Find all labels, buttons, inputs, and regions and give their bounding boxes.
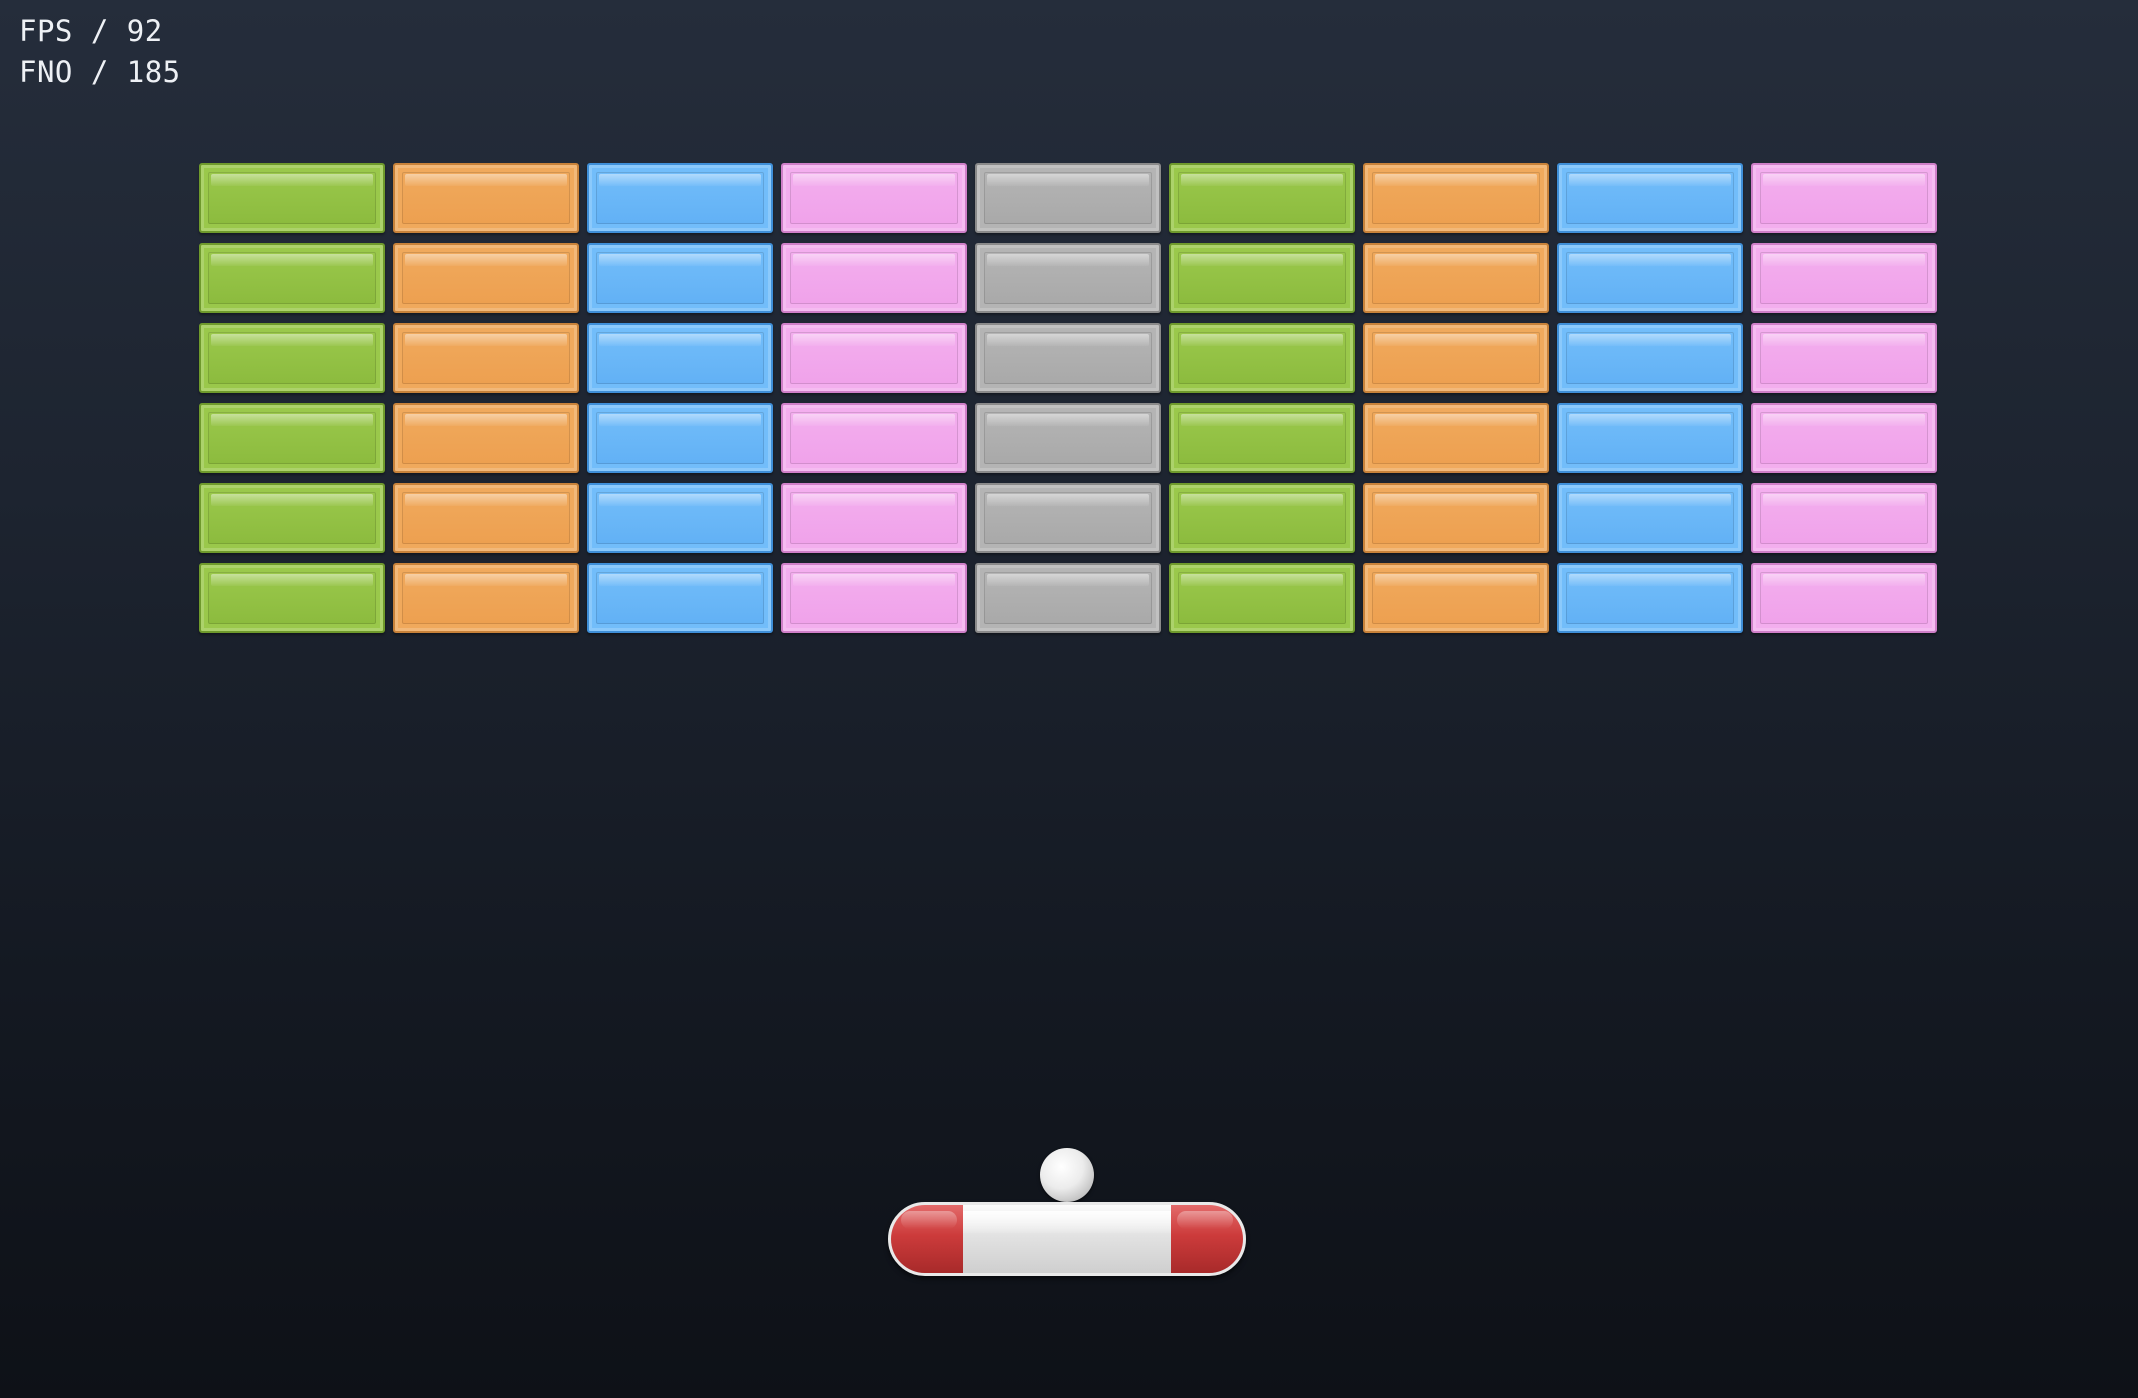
brick-orange (393, 243, 579, 313)
paddle-body (963, 1211, 1171, 1233)
brick-pink (781, 243, 967, 313)
brick-green (199, 563, 385, 633)
brick-pink (781, 563, 967, 633)
brick-gray (975, 323, 1161, 393)
brick-pink (781, 483, 967, 553)
paddle[interactable] (888, 1202, 1246, 1276)
game-canvas[interactable]: FPS / 92 FNO / 185 (0, 0, 2138, 1398)
brick-pink (781, 403, 967, 473)
brick-green (1169, 483, 1355, 553)
brick-pink (1751, 563, 1937, 633)
frame-number-counter: FNO / 185 (19, 55, 181, 89)
brick-green (1169, 403, 1355, 473)
brick-green (199, 483, 385, 553)
brick-orange (1363, 403, 1549, 473)
brick-orange (1363, 323, 1549, 393)
brick-green (199, 243, 385, 313)
brick-pink (781, 163, 967, 233)
brick-gray (975, 163, 1161, 233)
brick-green (199, 163, 385, 233)
brick-orange (393, 563, 579, 633)
brick-blue (587, 243, 773, 313)
brick-blue (1557, 483, 1743, 553)
brick-orange (1363, 163, 1549, 233)
ball (1040, 1148, 1094, 1202)
brick-green (1169, 323, 1355, 393)
brick-blue (587, 483, 773, 553)
brick-gray (975, 403, 1161, 473)
brick-pink (1751, 403, 1937, 473)
brick-gray (975, 483, 1161, 553)
brick-blue (587, 323, 773, 393)
brick-orange (1363, 243, 1549, 313)
brick-pink (1751, 243, 1937, 313)
brick-pink (1751, 323, 1937, 393)
brick-blue (1557, 323, 1743, 393)
brick-green (199, 403, 385, 473)
brick-blue (1557, 163, 1743, 233)
brick-pink (781, 323, 967, 393)
brick-green (1169, 163, 1355, 233)
brick-orange (1363, 483, 1549, 553)
brick-orange (393, 483, 579, 553)
brick-blue (1557, 563, 1743, 633)
brick-gray (975, 243, 1161, 313)
brick-blue (587, 163, 773, 233)
paddle-right-cap (1171, 1205, 1243, 1273)
brick-blue (1557, 403, 1743, 473)
brick-gray (975, 563, 1161, 633)
fps-counter: FPS / 92 (19, 14, 163, 48)
brick-blue (587, 403, 773, 473)
brick-pink (1751, 483, 1937, 553)
brick-green (1169, 563, 1355, 633)
paddle-left-cap (891, 1205, 963, 1273)
brick-orange (393, 163, 579, 233)
brick-orange (393, 403, 579, 473)
brick-blue (1557, 243, 1743, 313)
brick-blue (587, 563, 773, 633)
brick-green (199, 323, 385, 393)
brick-orange (393, 323, 579, 393)
brick-green (1169, 243, 1355, 313)
brick-orange (1363, 563, 1549, 633)
brick-pink (1751, 163, 1937, 233)
